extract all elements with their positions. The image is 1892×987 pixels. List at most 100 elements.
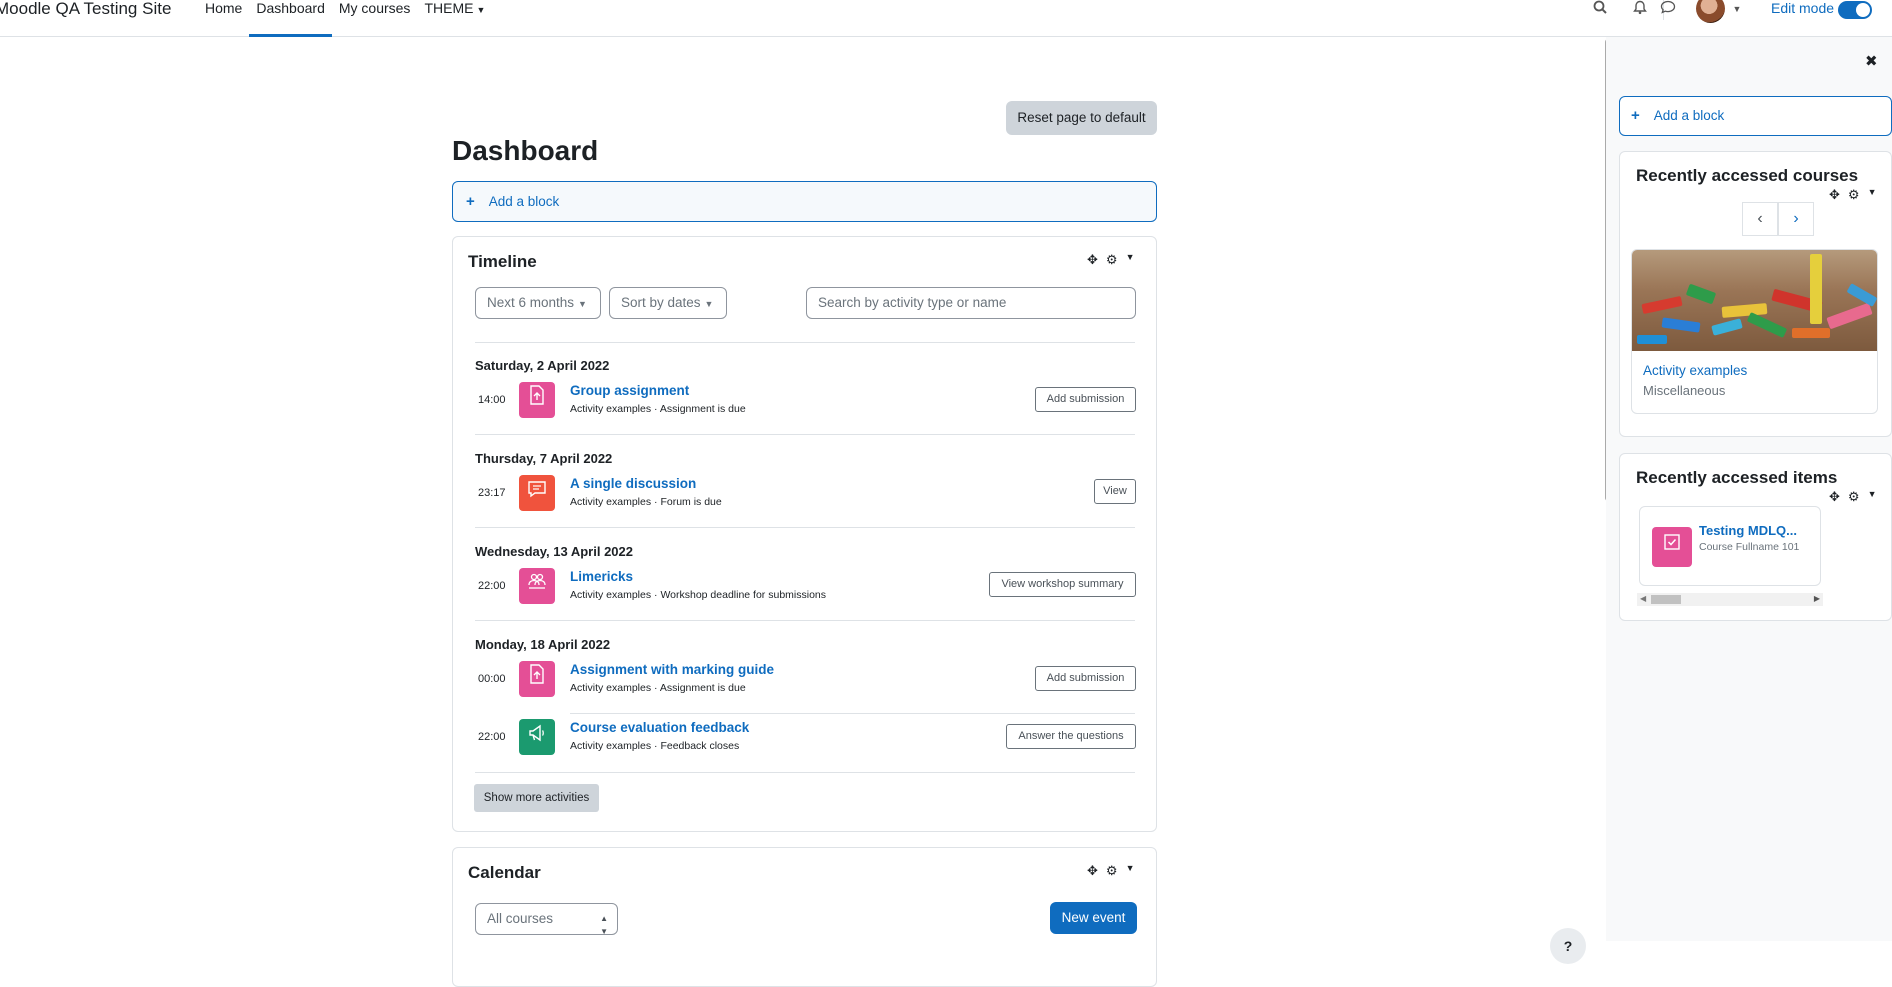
course-name-link[interactable]: Activity examples	[1643, 363, 1747, 378]
edit-mode-label: Edit mode	[1771, 0, 1835, 16]
view-button[interactable]: View	[1094, 479, 1136, 504]
image-shape	[1641, 295, 1683, 315]
avatar[interactable]	[1696, 0, 1725, 23]
move-icon[interactable]: ✥	[1087, 252, 1098, 268]
nav-theme-label: THEME	[424, 0, 474, 16]
event-link[interactable]: Course evaluation feedback	[570, 720, 749, 735]
divider	[475, 527, 1135, 528]
show-more-activities-button[interactable]: Show more activities	[474, 784, 599, 812]
chevron-down-icon[interactable]: ▼	[1868, 489, 1877, 505]
event-link[interactable]: Limericks	[570, 569, 633, 584]
help-button[interactable]: ?	[1550, 928, 1586, 964]
event-time: 22:00	[478, 580, 506, 592]
recent-item-link[interactable]: Testing MDLQ...	[1699, 523, 1797, 538]
image-shape	[1792, 328, 1830, 338]
recent-items-title: Recently accessed items	[1636, 468, 1838, 487]
event-link[interactable]: A single discussion	[570, 476, 696, 491]
add-submission-button[interactable]: Add submission	[1035, 666, 1136, 691]
divider	[475, 620, 1135, 621]
nav-theme[interactable]: THEME ▼	[417, 0, 492, 37]
recent-item-card[interactable]: Testing MDLQ... Course Fullname 101	[1639, 506, 1821, 586]
primary-navigation: Home Dashboard My courses THEME ▼	[198, 0, 492, 37]
calendar-title: Calendar	[468, 863, 541, 882]
event-details: Activity examples · Feedback closes	[570, 740, 740, 752]
search-placeholder: Search by activity type or name	[818, 295, 1007, 310]
close-icon[interactable]: ✖	[1865, 52, 1878, 70]
new-event-button[interactable]: New event	[1050, 902, 1137, 934]
image-shape	[1810, 254, 1822, 324]
add-block-button[interactable]: + Add a block	[452, 181, 1157, 222]
top-navbar: Moodle QA Testing Site Home Dashboard My…	[0, 0, 1892, 37]
chevron-down-icon: ▼	[578, 299, 587, 309]
image-shape	[1637, 335, 1667, 344]
image-shape	[1661, 317, 1701, 333]
plus-icon: +	[1631, 107, 1640, 124]
gear-icon[interactable]: ⚙	[1848, 187, 1860, 203]
previous-page-button[interactable]: ‹	[1742, 202, 1778, 236]
bell-icon[interactable]	[1630, 0, 1650, 20]
feedback-icon	[519, 719, 555, 755]
add-block-button-drawer[interactable]: + Add a block	[1619, 96, 1892, 136]
block-controls: ✥ ⚙ ▼	[1829, 187, 1876, 203]
sort-arrows-icon: ▲ ▼	[600, 914, 608, 936]
next-page-button[interactable]: ›	[1778, 202, 1814, 236]
answer-questions-button[interactable]: Answer the questions	[1006, 724, 1136, 749]
reset-page-button[interactable]: Reset page to default	[1006, 101, 1157, 135]
timeline-day-filter[interactable]: Next 6 months ▼	[475, 287, 601, 319]
divider	[475, 342, 1135, 343]
gear-icon[interactable]: ⚙	[1106, 252, 1118, 268]
event-link[interactable]: Assignment with marking guide	[570, 662, 774, 677]
event-time: 00:00	[478, 673, 506, 685]
view-workshop-summary-button[interactable]: View workshop summary	[989, 572, 1136, 597]
page-title: Dashboard	[452, 135, 599, 166]
quiz-icon	[1652, 527, 1692, 567]
nav-home[interactable]: Home	[198, 0, 249, 37]
add-block-label: Add a block	[1653, 108, 1725, 123]
recent-item-course: Course Fullname 101	[1699, 541, 1800, 553]
nav-dashboard[interactable]: Dashboard	[249, 0, 332, 37]
site-name[interactable]: Moodle QA Testing Site	[0, 0, 171, 17]
search-icon[interactable]	[1590, 0, 1610, 20]
edit-mode-toggle[interactable]	[1838, 1, 1872, 19]
chevron-down-icon: ▼	[704, 299, 714, 309]
timeline-sort-filter[interactable]: Sort by dates ▼	[609, 287, 727, 319]
timeline-search-input[interactable]: Search by activity type or name	[806, 287, 1136, 319]
timeline-date-heading: Monday, 18 April 2022	[475, 637, 611, 652]
timeline-date-heading: Saturday, 2 April 2022	[475, 358, 610, 373]
add-submission-button[interactable]: Add submission	[1035, 387, 1136, 412]
event-details: Activity examples · Workshop deadline fo…	[570, 589, 826, 601]
course-card[interactable]: Activity examples Miscellaneous	[1631, 249, 1878, 414]
scroll-left-icon[interactable]: ◀	[1640, 594, 1646, 603]
chevron-down-icon[interactable]: ▼	[1727, 0, 1747, 20]
scroll-right-icon[interactable]: ▶	[1814, 594, 1820, 603]
scrollbar-thumb[interactable]	[1651, 595, 1681, 604]
course-filter-value: All courses	[487, 911, 554, 926]
move-icon[interactable]: ✥	[1829, 489, 1840, 505]
block-controls: ✥ ⚙ ▼	[1087, 863, 1134, 879]
move-icon[interactable]: ✥	[1087, 863, 1098, 879]
image-shape	[1711, 318, 1743, 336]
chevron-down-icon[interactable]: ▼	[1868, 187, 1877, 203]
nav-my-courses[interactable]: My courses	[332, 0, 418, 37]
course-image[interactable]	[1632, 250, 1877, 351]
chevron-down-icon[interactable]: ▼	[1126, 863, 1135, 879]
course-category: Miscellaneous	[1643, 383, 1726, 398]
event-time: 14:00	[478, 394, 506, 406]
event-details: Activity examples · Forum is due	[570, 496, 722, 508]
forum-icon	[519, 475, 555, 511]
day-filter-value: Next 6 months	[487, 295, 575, 310]
divider	[475, 772, 1135, 773]
timeline-date-heading: Thursday, 7 April 2022	[475, 451, 613, 466]
chevron-down-icon[interactable]: ▼	[1126, 252, 1135, 268]
horizontal-scrollbar[interactable]: ◀ ▶	[1637, 593, 1823, 606]
event-time: 23:17	[478, 487, 506, 499]
gear-icon[interactable]: ⚙	[1106, 863, 1118, 879]
timeline-title: Timeline	[468, 252, 537, 271]
assignment-icon	[519, 382, 555, 418]
course-filter-select[interactable]: All courses ▲ ▼	[475, 903, 618, 936]
chat-icon[interactable]	[1658, 0, 1678, 20]
gear-icon[interactable]: ⚙	[1848, 489, 1860, 505]
image-shape	[1746, 312, 1788, 338]
event-link[interactable]: Group assignment	[570, 383, 689, 398]
move-icon[interactable]: ✥	[1829, 187, 1840, 203]
